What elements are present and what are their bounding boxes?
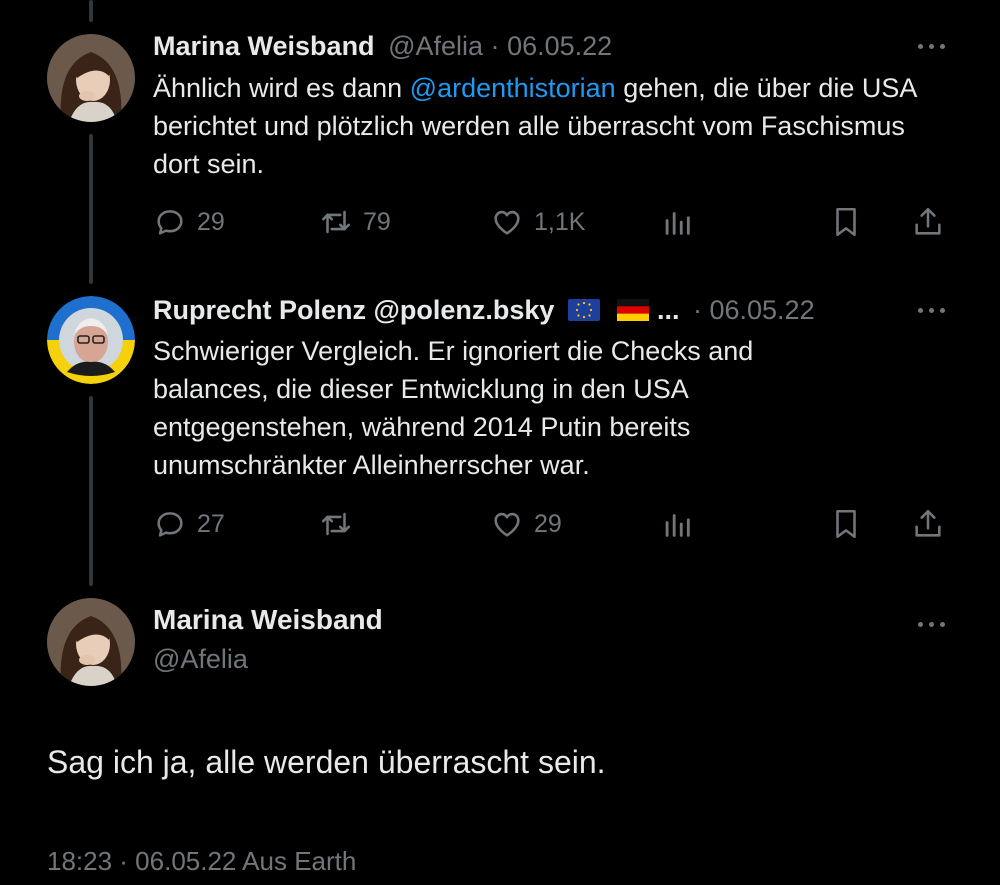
tweet-2-reply-count: 27: [197, 509, 225, 538]
focal-tweet-meta: 18:23 · 06.05.22 Aus Earth: [47, 846, 357, 876]
bookmark-icon: [836, 207, 856, 237]
tweet-2-retweet-button[interactable]: [319, 504, 353, 544]
retweet-icon: [321, 512, 351, 536]
focal-more-icon[interactable]: [918, 619, 948, 629]
focal-handle[interactable]: @Afelia: [153, 644, 248, 675]
tweet-2-views-button[interactable]: [660, 504, 694, 544]
focal-author-name[interactable]: Marina Weisband: [153, 604, 383, 636]
tweet-2-header: Ruprecht Polenz @polenz.bsky ... · 06.05…: [153, 293, 815, 327]
focal-tweet-text: Sag ich ja, alle werden überrascht sein.: [47, 744, 606, 780]
tweet-2-like-button[interactable]: 29: [490, 504, 562, 544]
views-icon: [665, 514, 690, 537]
tweet-1-header: Marina Weisband @Afelia · 06.05.22: [153, 29, 612, 63]
tweet-1-like-button[interactable]: 1,1K: [490, 202, 585, 242]
eu-flag-icon: [567, 295, 600, 321]
like-icon: [494, 512, 520, 537]
thread-line-1: [89, 134, 93, 284]
tweet-1-share-button[interactable]: [911, 202, 945, 242]
tweet-2-separator: ·: [692, 295, 702, 325]
tweet-2-date[interactable]: 06.05.22: [709, 295, 814, 325]
tweet-1-author-name[interactable]: Marina Weisband: [153, 31, 375, 61]
tweet-1-reply-button[interactable]: 29: [153, 202, 225, 242]
thread-line-top: [89, 0, 93, 22]
tweet-1-separator: ·: [490, 31, 500, 61]
tweet-2-more-icon[interactable]: [918, 305, 948, 315]
tweet-1-bookmark-button[interactable]: [829, 202, 863, 242]
tweet-2-actions: 27 29: [153, 504, 953, 544]
tweet-2-author-name[interactable]: Ruprecht Polenz @polenz.bsky: [153, 295, 554, 325]
tweet-1-retweet-button[interactable]: 79: [319, 202, 391, 242]
share-icon: [915, 207, 941, 235]
tweet-1-date[interactable]: 06.05.22: [507, 31, 612, 61]
tweet-1-retweet-count: 79: [363, 207, 391, 236]
retweet-icon: [321, 210, 351, 234]
tweet-2-share-button[interactable]: [911, 504, 945, 544]
tweet-1-text: Ähnlich wird es dann @ardenthistorian ge…: [153, 69, 953, 183]
tweet-1-views-button[interactable]: [660, 202, 694, 242]
tweet-1-text-before: Ähnlich wird es dann: [153, 73, 410, 103]
views-icon: [665, 212, 690, 235]
avatar-marina-weisband[interactable]: [47, 34, 135, 122]
tweet-1-mention-link[interactable]: @ardenthistorian: [410, 73, 616, 103]
tweet-2-bookmark-button[interactable]: [829, 504, 863, 544]
germany-flag-icon: [617, 295, 650, 321]
tweet-1-more-icon[interactable]: [918, 41, 948, 51]
tweet-2-like-count: 29: [534, 509, 562, 538]
tweet-2-text: Schwieriger Vergleich. Er ignoriert die …: [153, 336, 754, 480]
bookmark-icon: [836, 509, 856, 539]
reply-icon: [157, 512, 183, 537]
share-icon: [915, 509, 941, 537]
thread-line-2: [89, 396, 93, 586]
like-icon: [494, 210, 520, 235]
avatar-marina-weisband-focal[interactable]: [47, 598, 135, 686]
tweet-1-handle[interactable]: @Afelia: [388, 31, 483, 61]
avatar-ruprecht-polenz[interactable]: [47, 296, 135, 384]
tweet-1-actions: 29 79 1,1K: [153, 202, 953, 242]
tweet-2-reply-button[interactable]: 27: [153, 504, 225, 544]
reply-icon: [157, 210, 183, 235]
tweet-1-like-count: 1,1K: [534, 207, 586, 236]
tweet-1-reply-count: 29: [197, 207, 225, 236]
tweet-2-name-ellipsis: ...: [656, 295, 680, 325]
